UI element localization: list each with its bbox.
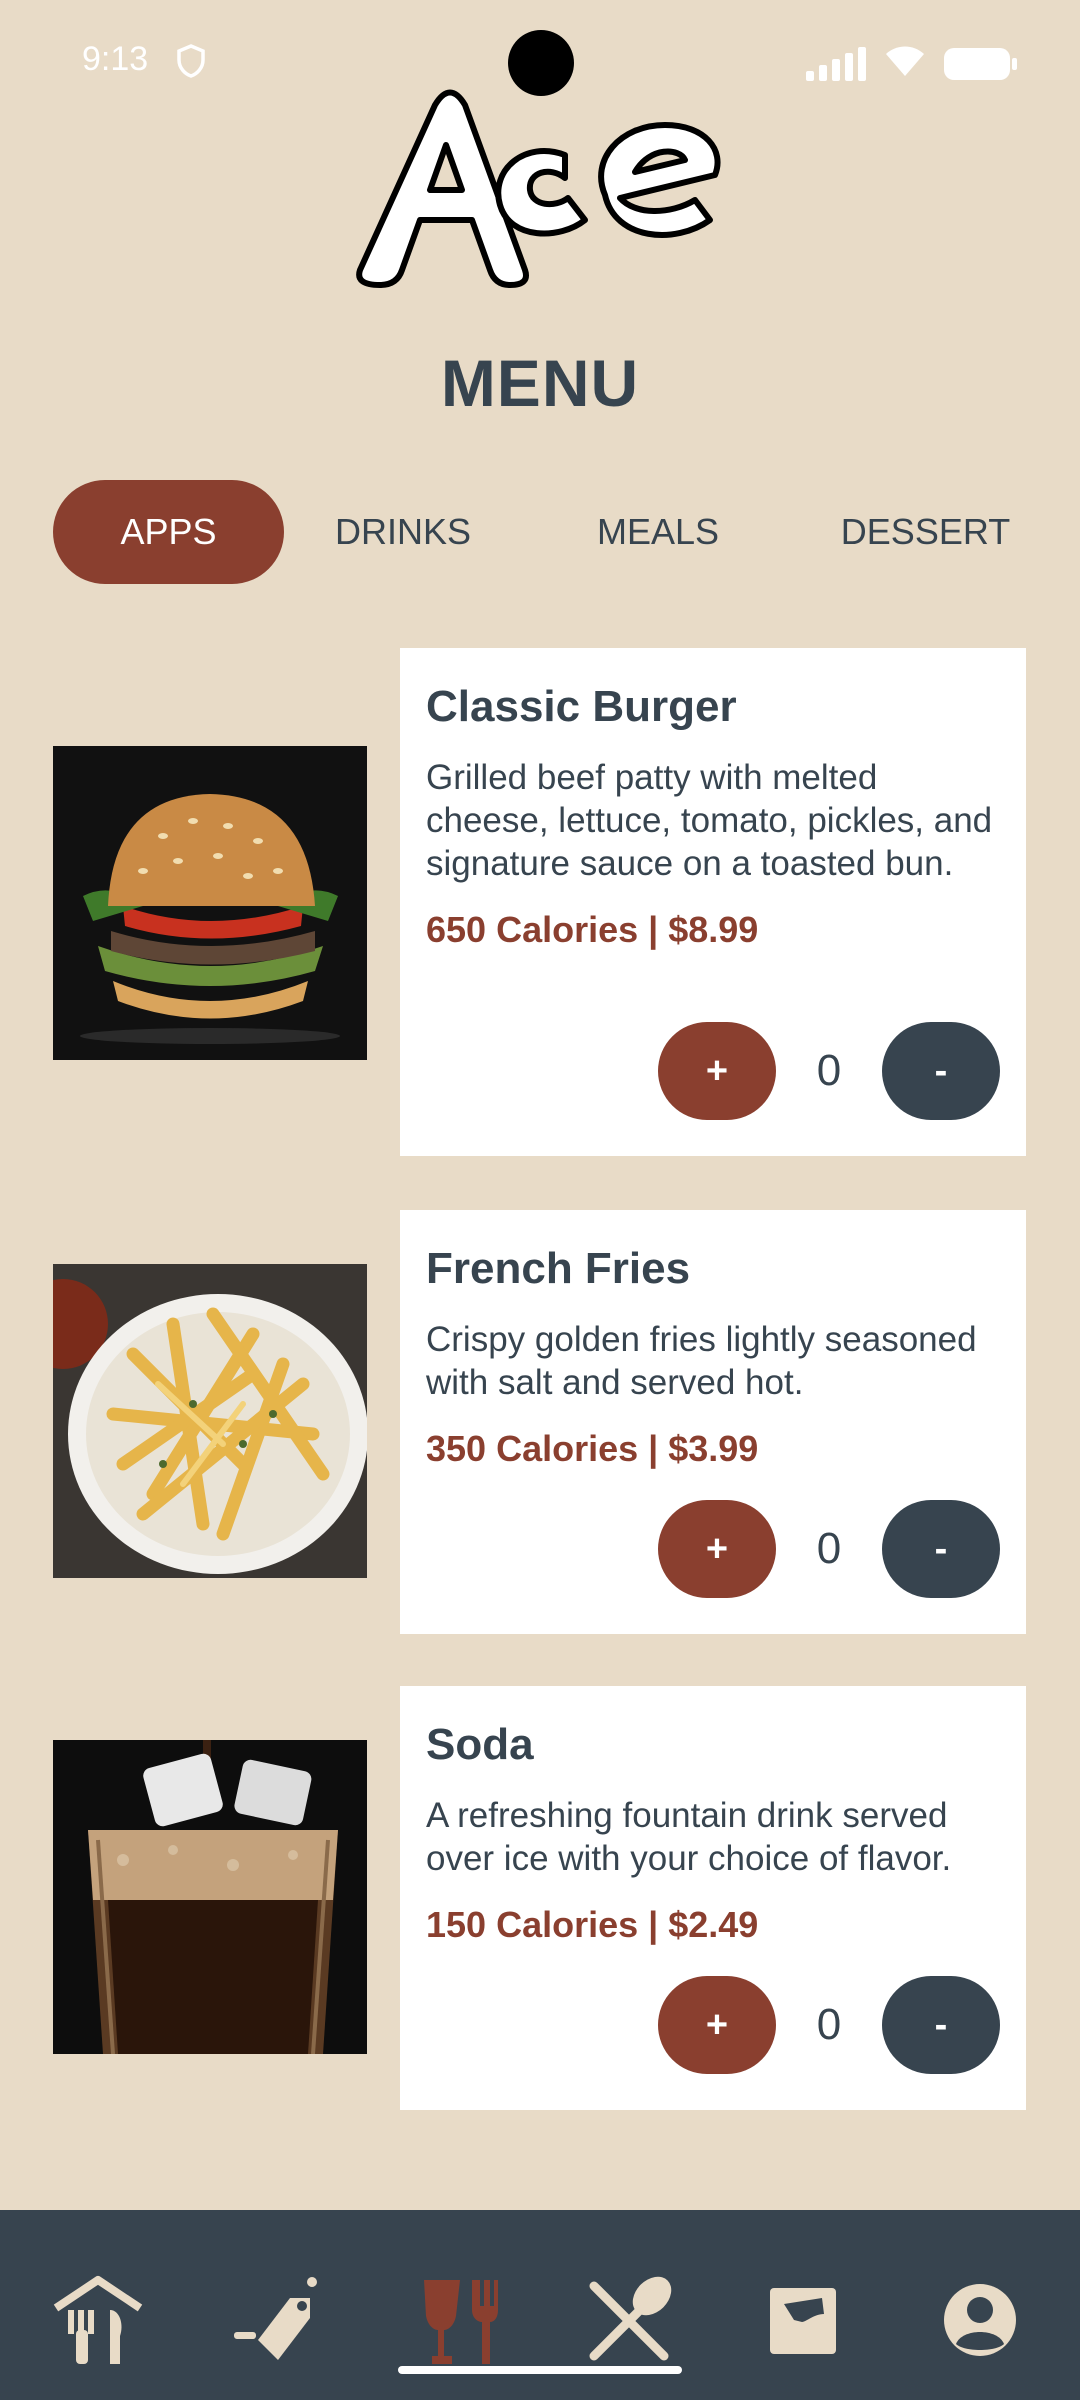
promo-tag-icon[interactable] bbox=[228, 2270, 328, 2370]
increase-button[interactable]: + bbox=[658, 1976, 776, 2074]
home-indicator[interactable] bbox=[398, 2366, 682, 2374]
increase-button[interactable]: + bbox=[658, 1022, 776, 1120]
item-name: Classic Burger bbox=[426, 682, 737, 731]
category-tabs: APPS DRINKS MEALS DESSERT bbox=[53, 480, 1033, 584]
item-description: A refreshing fountain drink served over … bbox=[426, 1796, 952, 1878]
burger-image bbox=[53, 746, 367, 1060]
tab-meals[interactable]: MEALS bbox=[563, 480, 753, 584]
tab-dessert[interactable]: DESSERT bbox=[818, 480, 1033, 584]
decrease-button[interactable]: - bbox=[882, 1022, 1000, 1120]
item-name: Soda bbox=[426, 1720, 534, 1769]
page-title: MENU bbox=[440, 346, 640, 420]
menu-item-card: French Fries Crispy golden fries lightly… bbox=[400, 1210, 1026, 1634]
ace-logo bbox=[350, 80, 730, 300]
shield-icon bbox=[176, 44, 206, 83]
decrease-button[interactable]: - bbox=[882, 1500, 1000, 1598]
increase-button[interactable]: + bbox=[658, 1500, 776, 1598]
quantity-stepper: + 0 - bbox=[658, 1022, 1000, 1120]
utensils-icon[interactable] bbox=[580, 2270, 680, 2370]
decrease-button[interactable]: - bbox=[882, 1976, 1000, 2074]
quantity-stepper: + 0 - bbox=[658, 1500, 1000, 1598]
quantity-stepper: + 0 - bbox=[658, 1976, 1000, 2074]
item-name: French Fries bbox=[426, 1244, 691, 1293]
status-time: 9:13 bbox=[82, 40, 149, 78]
soda-image bbox=[53, 1740, 367, 2054]
quantity-value: 0 bbox=[816, 2000, 842, 2049]
wallet-icon[interactable] bbox=[754, 2270, 854, 2370]
account-icon[interactable] bbox=[930, 2270, 1030, 2370]
item-calories-price: 150 Calories | $2.49 bbox=[426, 1904, 759, 1945]
tab-apps[interactable]: APPS bbox=[53, 480, 284, 584]
signal-icon bbox=[806, 46, 866, 81]
item-description: Crispy golden fries lightly seasoned wit… bbox=[426, 1320, 977, 1402]
item-calories-price: 650 Calories | $8.99 bbox=[426, 909, 759, 950]
quantity-value: 0 bbox=[816, 1046, 842, 1095]
wifi-icon bbox=[884, 44, 926, 83]
quantity-value: 0 bbox=[816, 1524, 842, 1573]
menu-item-card: Soda A refreshing fountain drink served … bbox=[400, 1686, 1026, 2110]
battery-icon bbox=[944, 47, 1017, 80]
item-description: Grilled beef patty with melted cheese, l… bbox=[426, 758, 993, 883]
restaurant-home-icon[interactable] bbox=[48, 2270, 148, 2370]
menu-item-card: Classic Burger Grilled beef patty with m… bbox=[400, 648, 1026, 1156]
drinks-menu-icon[interactable] bbox=[410, 2270, 510, 2370]
tab-drinks[interactable]: DRINKS bbox=[303, 480, 503, 584]
item-calories-price: 350 Calories | $3.99 bbox=[426, 1428, 759, 1469]
fries-image bbox=[53, 1264, 367, 1578]
